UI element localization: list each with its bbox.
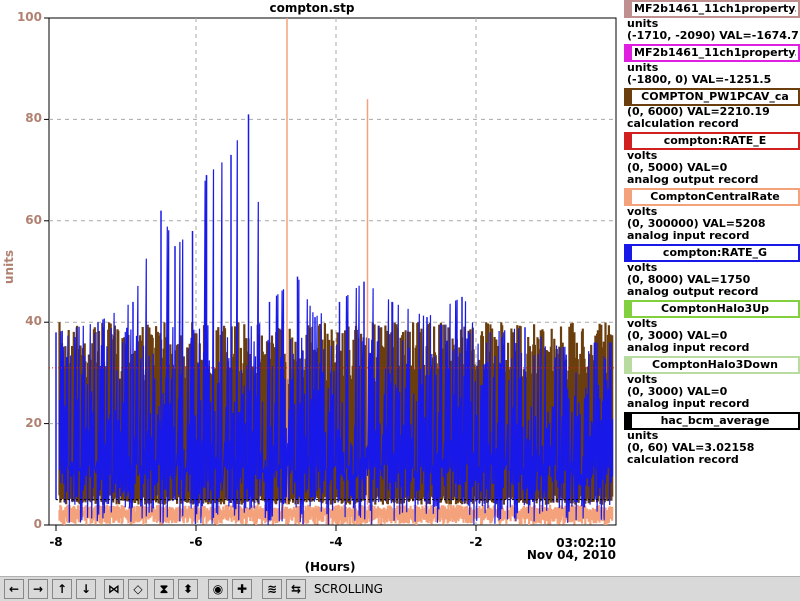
y-tick-label: 60 [25, 212, 42, 227]
current-date: Nov 04, 2010 [526, 548, 616, 562]
legend-color-swatch [626, 358, 632, 372]
toolbar: ← → ↑ ↓ ⋈ ◇ ⧗ ⬍ ◉ ✚ ≋ ⇆ SCROLLING [0, 576, 800, 601]
legend-color-swatch [626, 190, 632, 204]
legend-name-box[interactable]: compton:RATE_G [624, 244, 800, 262]
arrow-left-icon[interactable]: ← [4, 579, 24, 599]
legend-info-line: calculation record [627, 117, 739, 130]
strip-chart-plot[interactable] [0, 0, 624, 576]
mode-label: SCROLLING [314, 582, 383, 596]
legend-name-box[interactable]: compton:RATE_E [624, 132, 800, 150]
arrow-down-icon[interactable]: ↓ [76, 579, 96, 599]
zoom-in-vertical-icon[interactable]: ⧗ [154, 579, 174, 599]
legend-color-swatch [626, 302, 632, 316]
y-tick-label: 80 [25, 111, 42, 126]
legend-color-swatch [626, 414, 632, 428]
legend-signal-name: hac_bcm_average [660, 414, 770, 427]
legend-info-line: analog input record [627, 341, 750, 354]
legend-info-line: calculation record [627, 453, 739, 466]
legend-name-box[interactable]: ComptonHalo3Up [624, 300, 800, 318]
x-tick-label: -8 [49, 535, 63, 549]
legend-info-line: (-1800, 0) VAL=-1251.5 [627, 73, 772, 86]
y-tick-label: 20 [25, 415, 42, 430]
scroll-mode-icon[interactable]: ≋ [262, 579, 282, 599]
x-tick-label: -6 [189, 535, 203, 549]
legend-signal-name: ComptonHalo3Up [660, 302, 770, 315]
y-tick-label: 0 [33, 517, 42, 531]
legend-info-line: analog input record [627, 397, 750, 410]
x-axis-label: (Hours) [304, 560, 356, 574]
plot-title: compton.stp [269, 1, 355, 15]
legend-signal-name: ComptonHalo3Down [652, 358, 778, 371]
legend-name-box[interactable]: COMPTON_PW1PCAV_ca [624, 88, 800, 106]
legend-color-swatch [626, 2, 632, 16]
legend-color-swatch [626, 90, 632, 104]
y-axis-label: units [2, 249, 16, 284]
arrow-up-icon[interactable]: ↑ [52, 579, 72, 599]
legend-signal-name: MF2b1461_11ch1property.F [634, 2, 796, 15]
x-tick-label: -4 [329, 535, 343, 549]
legend-signal-name: COMPTON_PW1PCAV_ca [641, 90, 789, 103]
legend-info-line: analog output record [627, 173, 759, 186]
pan-icon[interactable]: ⇆ [286, 579, 306, 599]
legend-color-swatch [626, 134, 632, 148]
legend-color-swatch [626, 246, 632, 260]
legend-signal-name: compton:RATE_E [663, 134, 767, 147]
zoom-out-horizontal-icon[interactable]: ◇ [128, 579, 148, 599]
legend-name-box[interactable]: ComptonCentralRate [624, 188, 800, 206]
arrow-right-icon[interactable]: → [28, 579, 48, 599]
autoscale-icon[interactable]: ◉ [208, 579, 228, 599]
legend-info-line: (-1710, -2090) VAL=-1674.7 [627, 29, 799, 42]
legend-signal-name: ComptonCentralRate [650, 190, 780, 203]
legend-info-line: analog output record [627, 285, 759, 298]
legend-info-line: analog input record [627, 229, 750, 242]
legend-name-box[interactable]: ComptonHalo3Down [624, 356, 800, 374]
legend-name-box[interactable]: MF2b1461_11ch1property.F [624, 0, 800, 18]
zoom-out-vertical-icon[interactable]: ⬍ [178, 579, 198, 599]
y-tick-label: 100 [16, 10, 42, 24]
zoom-in-horizontal-icon[interactable]: ⋈ [104, 579, 124, 599]
legend-signal-name: compton:RATE_G [662, 246, 768, 259]
legend-signal-name: MF2b1461_11ch1property.E [634, 46, 796, 59]
legend-color-swatch [626, 46, 632, 60]
x-tick-label: -2 [469, 535, 483, 549]
y-tick-label: 40 [25, 314, 42, 329]
legend-name-box[interactable]: MF2b1461_11ch1property.E [624, 44, 800, 62]
legend-name-box[interactable]: hac_bcm_average [624, 412, 800, 430]
crosshair-icon[interactable]: ✚ [232, 579, 252, 599]
